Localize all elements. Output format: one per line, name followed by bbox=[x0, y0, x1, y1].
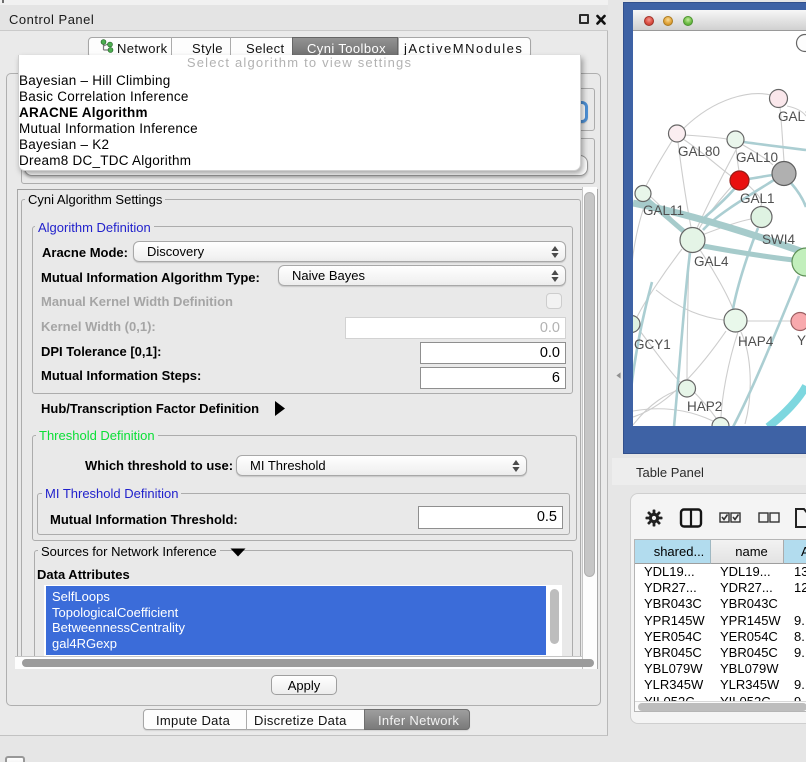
svg-text:GAL7: GAL7 bbox=[778, 109, 806, 124]
svg-text:SWI4: SWI4 bbox=[762, 232, 795, 247]
svg-text:GAL11: GAL11 bbox=[643, 203, 684, 218]
svg-text:GCY1: GCY1 bbox=[634, 337, 671, 352]
svg-text:YL: YL bbox=[797, 333, 806, 348]
svg-text:GAL1: GAL1 bbox=[740, 191, 775, 206]
svg-text:HAP4: HAP4 bbox=[738, 334, 774, 349]
svg-text:GAL80: GAL80 bbox=[678, 144, 720, 159]
svg-text:GAL10: GAL10 bbox=[736, 150, 778, 165]
svg-text:HAP2: HAP2 bbox=[687, 399, 722, 414]
svg-text:GAL4: GAL4 bbox=[694, 254, 729, 269]
